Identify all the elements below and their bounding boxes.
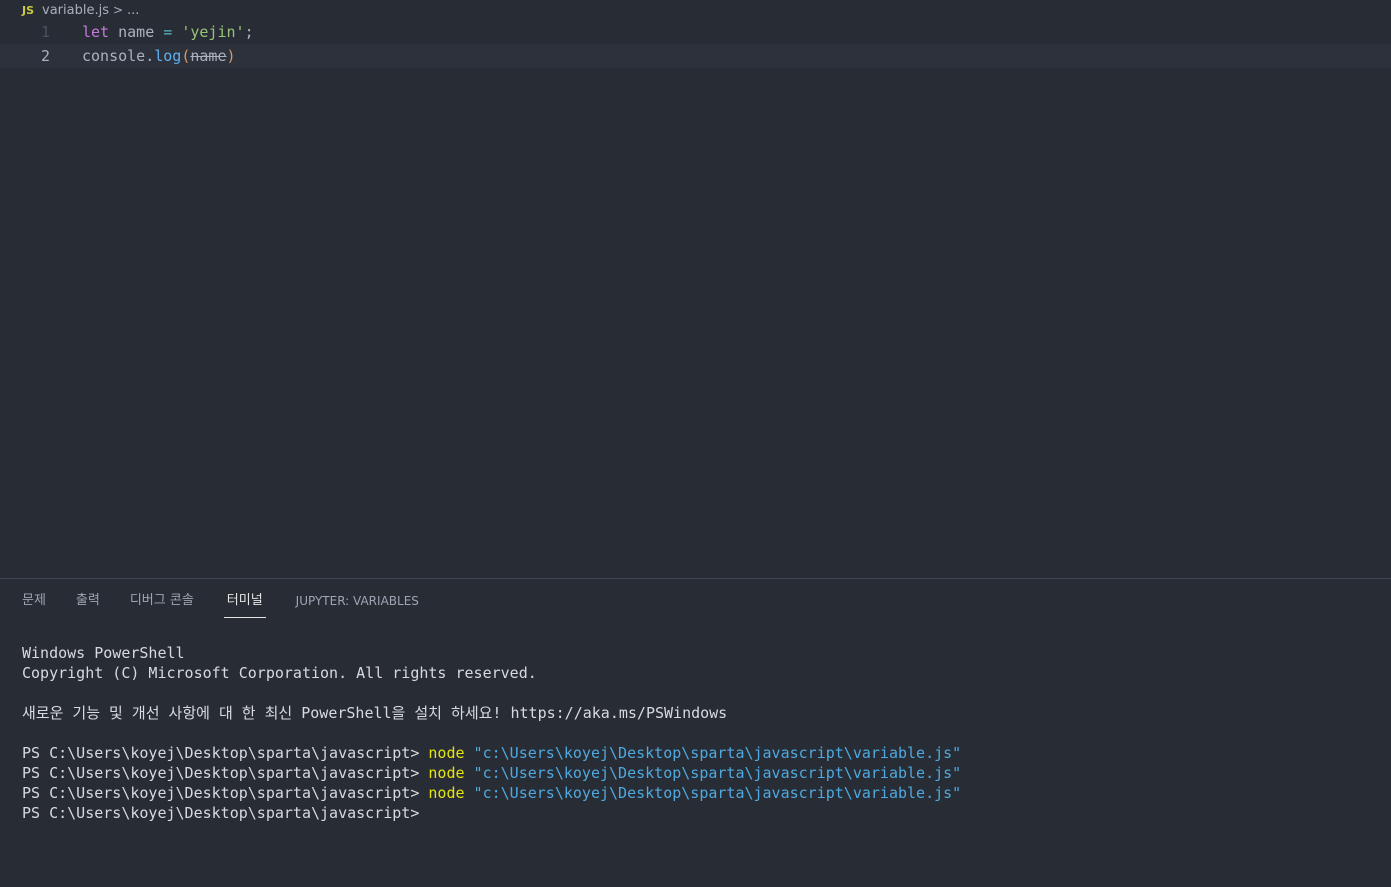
line-number: 2 — [40, 47, 50, 65]
tab-output[interactable]: 출력 — [76, 587, 100, 617]
chevron-right-icon: > — [112, 3, 124, 17]
terminal-command: node — [428, 744, 465, 762]
terminal-command-line: PS C:\Users\koyej\Desktop\sparta\javascr… — [22, 783, 961, 803]
bottom-panel: 문제 출력 디버그 콘솔 터미널 JUPYTER: VARIABLES Wind… — [0, 578, 1391, 887]
breadcrumb: JS variable.js > ... — [0, 0, 139, 20]
code-editor[interactable]: 1 let name = 'yejin'; 2 console.log(name… — [0, 20, 1391, 577]
terminal-command-line: PS C:\Users\koyej\Desktop\sparta\javascr… — [22, 743, 961, 763]
string-token: 'yejin' — [181, 23, 245, 41]
terminal-prompt: PS C:\Users\koyej\Desktop\sparta\javascr… — [22, 744, 429, 762]
terminal-line: Windows PowerShell — [22, 644, 185, 662]
breadcrumb-symbol[interactable]: ... — [127, 3, 139, 18]
terminal-line: 새로운 기능 및 개선 사항에 대 한 최신 PowerShell을 설치 하세… — [22, 704, 728, 722]
terminal-prompt: PS C:\Users\koyej\Desktop\sparta\javascr… — [22, 764, 429, 782]
paren-close-token: ) — [226, 47, 236, 65]
tab-debug-console[interactable]: 디버그 콘솔 — [130, 587, 194, 617]
code-line[interactable]: 1 let name = 'yejin'; — [0, 20, 1391, 44]
line-number: 1 — [40, 23, 50, 41]
panel-tabs: 문제 출력 디버그 콘솔 터미널 JUPYTER: VARIABLES — [22, 587, 449, 619]
terminal-argument: "c:\Users\koyej\Desktop\sparta\javascrip… — [473, 744, 962, 762]
code-line-active[interactable]: 2 console.log(name) — [0, 44, 1391, 68]
identifier-token: name — [109, 23, 164, 41]
breadcrumb-file[interactable]: variable.js — [42, 3, 109, 18]
terminal-prompt: PS C:\Users\koyej\Desktop\sparta\javascr… — [22, 784, 429, 802]
deprecated-identifier-token: name — [190, 47, 227, 65]
terminal-command: node — [428, 764, 465, 782]
terminal-command-line: PS C:\Users\koyej\Desktop\sparta\javascr… — [22, 763, 961, 783]
tab-terminal[interactable]: 터미널 — [223, 587, 266, 618]
punctuation-token: ; — [244, 23, 254, 41]
terminal-line: Copyright (C) Microsoft Corporation. All… — [22, 664, 537, 682]
tab-problems[interactable]: 문제 — [22, 587, 46, 617]
object-token: console. — [82, 47, 155, 65]
operator-token: = — [163, 23, 173, 41]
terminal-current-prompt[interactable]: PS C:\Users\koyej\Desktop\sparta\javascr… — [22, 803, 961, 823]
code-text: console.log(name) — [50, 44, 236, 68]
code-text: let name = 'yejin'; — [50, 20, 254, 44]
tab-jupyter-variables[interactable]: JUPYTER: VARIABLES — [296, 587, 419, 617]
terminal-output[interactable]: Windows PowerShell Copyright (C) Microso… — [22, 643, 961, 823]
function-token: log — [154, 47, 182, 65]
terminal-argument: "c:\Users\koyej\Desktop\sparta\javascrip… — [473, 784, 962, 802]
javascript-file-icon: JS — [22, 3, 35, 17]
keyword-token: let — [82, 23, 110, 41]
terminal-command: node — [428, 784, 465, 802]
terminal-argument: "c:\Users\koyej\Desktop\sparta\javascrip… — [473, 764, 962, 782]
vscode-window: JS variable.js > ... 1 let name = 'yejin… — [0, 0, 1391, 887]
